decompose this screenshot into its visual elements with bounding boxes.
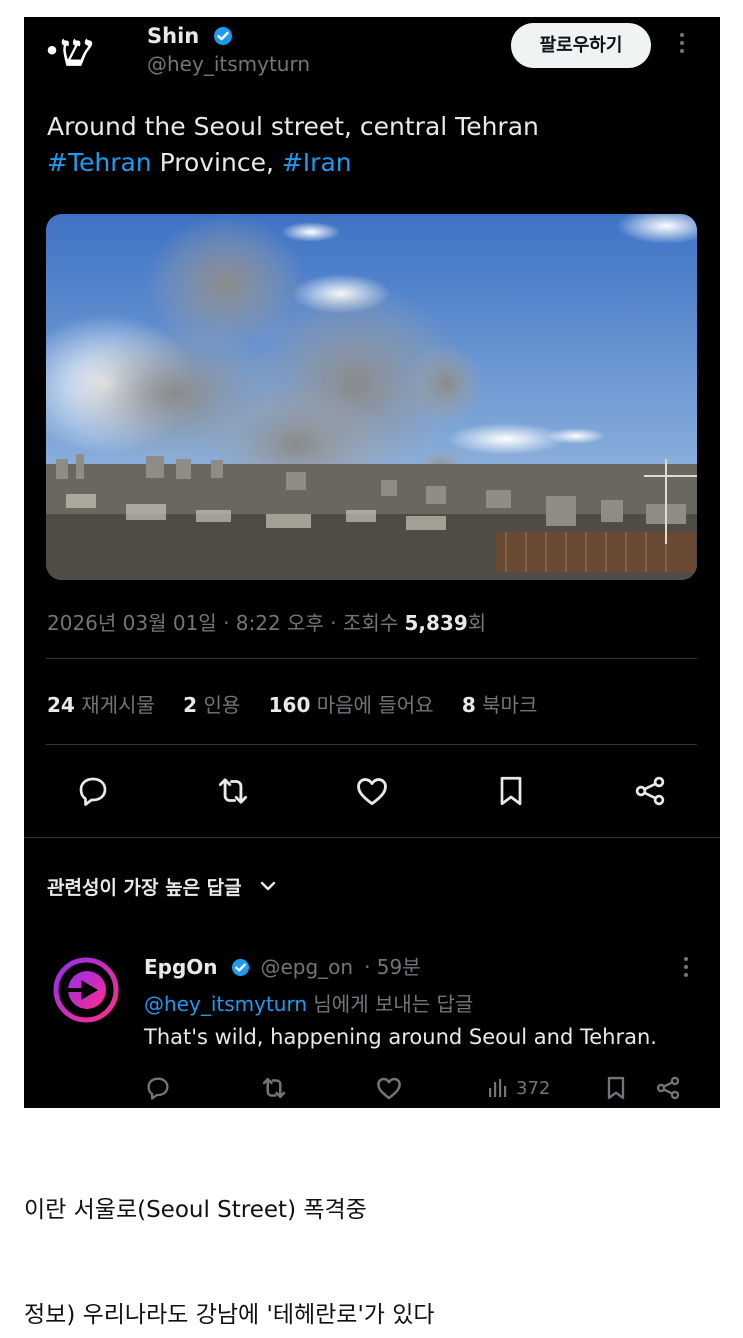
reply-views[interactable]: 372	[486, 1068, 550, 1108]
stat-likes[interactable]: 160 마음에 들어요	[269, 693, 434, 717]
stat-bookmarks[interactable]: 8 북마크	[462, 693, 537, 717]
reply-reply-icon[interactable]	[144, 1068, 172, 1108]
timestamp-text: 2026년 03월 01일 · 8:22 오후 · 조회수	[47, 611, 405, 635]
views-suffix: 회	[467, 611, 487, 635]
divider	[24, 837, 720, 838]
tweet-photo[interactable]	[46, 214, 697, 580]
hashtag-tehran[interactable]: #Tehran	[47, 148, 152, 177]
verified-badge-icon	[213, 26, 233, 51]
stat-reposts[interactable]: 24 재게시물	[47, 693, 155, 717]
hashtag-iran[interactable]: #Iran	[282, 148, 352, 177]
engagement-stats: 24 재게시물 2 인용 160 마음에 들어요 8 북마크	[47, 689, 559, 718]
retweet-icon[interactable]	[211, 769, 255, 813]
reply-author-name[interactable]: EpgOn	[144, 955, 218, 979]
bookmark-icon[interactable]	[489, 769, 533, 813]
more-options-icon[interactable]	[674, 29, 690, 59]
divider	[46, 658, 697, 659]
views-count: 5,839	[404, 611, 468, 635]
reply-avatar[interactable]	[51, 955, 121, 1025]
reply-share-icon[interactable]	[654, 1068, 682, 1108]
tweet-text-line1: Around the Seoul street, central Tehran	[47, 112, 539, 141]
tweet-text-mid: Province,	[151, 148, 282, 177]
reply-like-icon[interactable]	[374, 1068, 404, 1108]
reply-bookmark-icon[interactable]	[602, 1068, 630, 1108]
author-handle[interactable]: @hey_itsmyturn	[147, 52, 310, 76]
author-avatar[interactable]: ·ש	[44, 22, 116, 82]
views-chart-icon	[489, 1079, 507, 1097]
reply-to-line: @hey_itsmyturn 님에게 보내는 답글	[144, 988, 473, 1017]
reply-mention[interactable]: @hey_itsmyturn	[144, 992, 307, 1016]
divider	[46, 744, 697, 745]
replies-sort-label: 관련성이 가장 높은 답글	[47, 877, 242, 899]
reply-views-count: 372	[516, 1077, 551, 1099]
verified-badge-icon	[231, 958, 250, 982]
author-name-text[interactable]: Shin	[147, 24, 199, 48]
reply-retweet-icon[interactable]	[259, 1068, 289, 1108]
reply-author[interactable]: EpgOn @epg_on · 59분	[144, 951, 421, 982]
reply-time[interactable]: · 59분	[364, 955, 421, 979]
tweet-text: Around the Seoul street, central Tehran …	[47, 109, 687, 181]
reply-icon[interactable]	[71, 769, 115, 813]
follow-button[interactable]: 팔로우하기	[511, 23, 651, 68]
reply-to-suffix: 님에게 보내는 답글	[307, 992, 474, 1016]
share-icon[interactable]	[628, 769, 672, 813]
chevron-down-icon	[261, 881, 276, 891]
stat-quotes[interactable]: 2 인용	[183, 693, 240, 717]
like-icon[interactable]	[350, 769, 394, 813]
reply-author-handle[interactable]: @epg_on	[260, 955, 353, 979]
reply-text: That's wild, happening around Seoul and …	[144, 1025, 657, 1049]
caption-line-2: 정보) 우리나라도 강남에 '테헤란로'가 있다	[24, 1302, 435, 1328]
replies-sort-dropdown[interactable]: 관련성이 가장 높은 답글	[47, 873, 278, 900]
caption-line-1: 이란 서울로(Seoul Street) 폭격중	[24, 1197, 367, 1223]
reply-more-options-icon[interactable]	[678, 953, 694, 983]
tweet-card: ·ש Shin @hey_itsmyturn 팔로우하기 Around the …	[24, 17, 720, 1108]
tweet-timestamp[interactable]: 2026년 03월 01일 · 8:22 오후 · 조회수 5,839회	[47, 607, 486, 636]
author-name[interactable]: Shin	[147, 24, 233, 51]
